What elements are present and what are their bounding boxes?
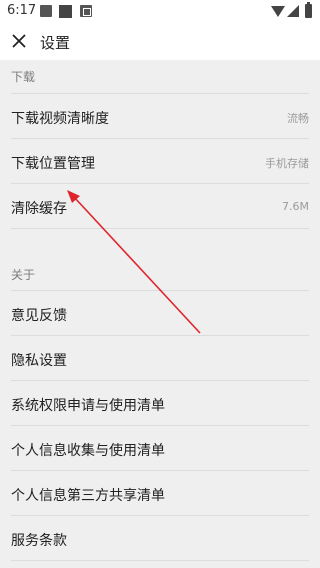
- row-label: 个人信息收集与使用清单: [11, 443, 165, 459]
- page-title: 设置: [40, 34, 71, 52]
- square-icon: [59, 5, 72, 18]
- close-icon[interactable]: [10, 32, 28, 50]
- row-privacy-settings[interactable]: 隐私设置: [0, 336, 320, 380]
- wifi-icon: [271, 6, 285, 17]
- row-third-party-sharing[interactable]: 个人信息第三方共享清单: [0, 471, 320, 515]
- row-personal-info-collection[interactable]: 个人信息收集与使用清单: [0, 426, 320, 470]
- section-header-download: 下载: [11, 70, 36, 84]
- row-permissions-list[interactable]: 系统权限申请与使用清单: [0, 381, 320, 425]
- row-download-quality[interactable]: 下载视频清晰度 流畅: [0, 94, 320, 138]
- row-clear-cache[interactable]: 清除缓存 7.6M: [0, 184, 320, 228]
- row-label: 意见反馈: [11, 308, 67, 324]
- row-terms-of-service[interactable]: 服务条款: [0, 516, 320, 560]
- row-label: 下载视频清晰度: [11, 111, 109, 127]
- status-time: 6:17: [7, 3, 37, 18]
- row-label: 隐私设置: [11, 353, 67, 369]
- row-label: 下载位置管理: [11, 156, 95, 172]
- status-bar: 6:17: [0, 0, 320, 24]
- row-label: 清除缓存: [11, 201, 67, 217]
- row-value: 7.6M: [282, 200, 309, 213]
- row-label: 系统权限申请与使用清单: [11, 398, 165, 414]
- row-value: 手机存储: [265, 157, 309, 170]
- battery-icon: [305, 2, 312, 18]
- row-download-location[interactable]: 下载位置管理 手机存储: [0, 139, 320, 183]
- a-icon: [80, 5, 92, 17]
- section-header-about: 关于: [11, 268, 36, 282]
- row-label: 个人信息第三方共享清单: [11, 488, 165, 504]
- settings-screen: 6:17 设置 下载 下载视频清晰度 流畅 下载位置管理 手机存储 清除缓存 7…: [0, 0, 320, 568]
- signal-icon: [287, 5, 299, 17]
- divider: [11, 560, 309, 561]
- image-icon: [40, 5, 52, 17]
- row-label: 服务条款: [11, 533, 67, 549]
- row-feedback[interactable]: 意见反馈: [0, 291, 320, 335]
- row-value: 流畅: [287, 112, 309, 125]
- top-bar: 设置: [0, 24, 320, 60]
- divider: [11, 228, 309, 229]
